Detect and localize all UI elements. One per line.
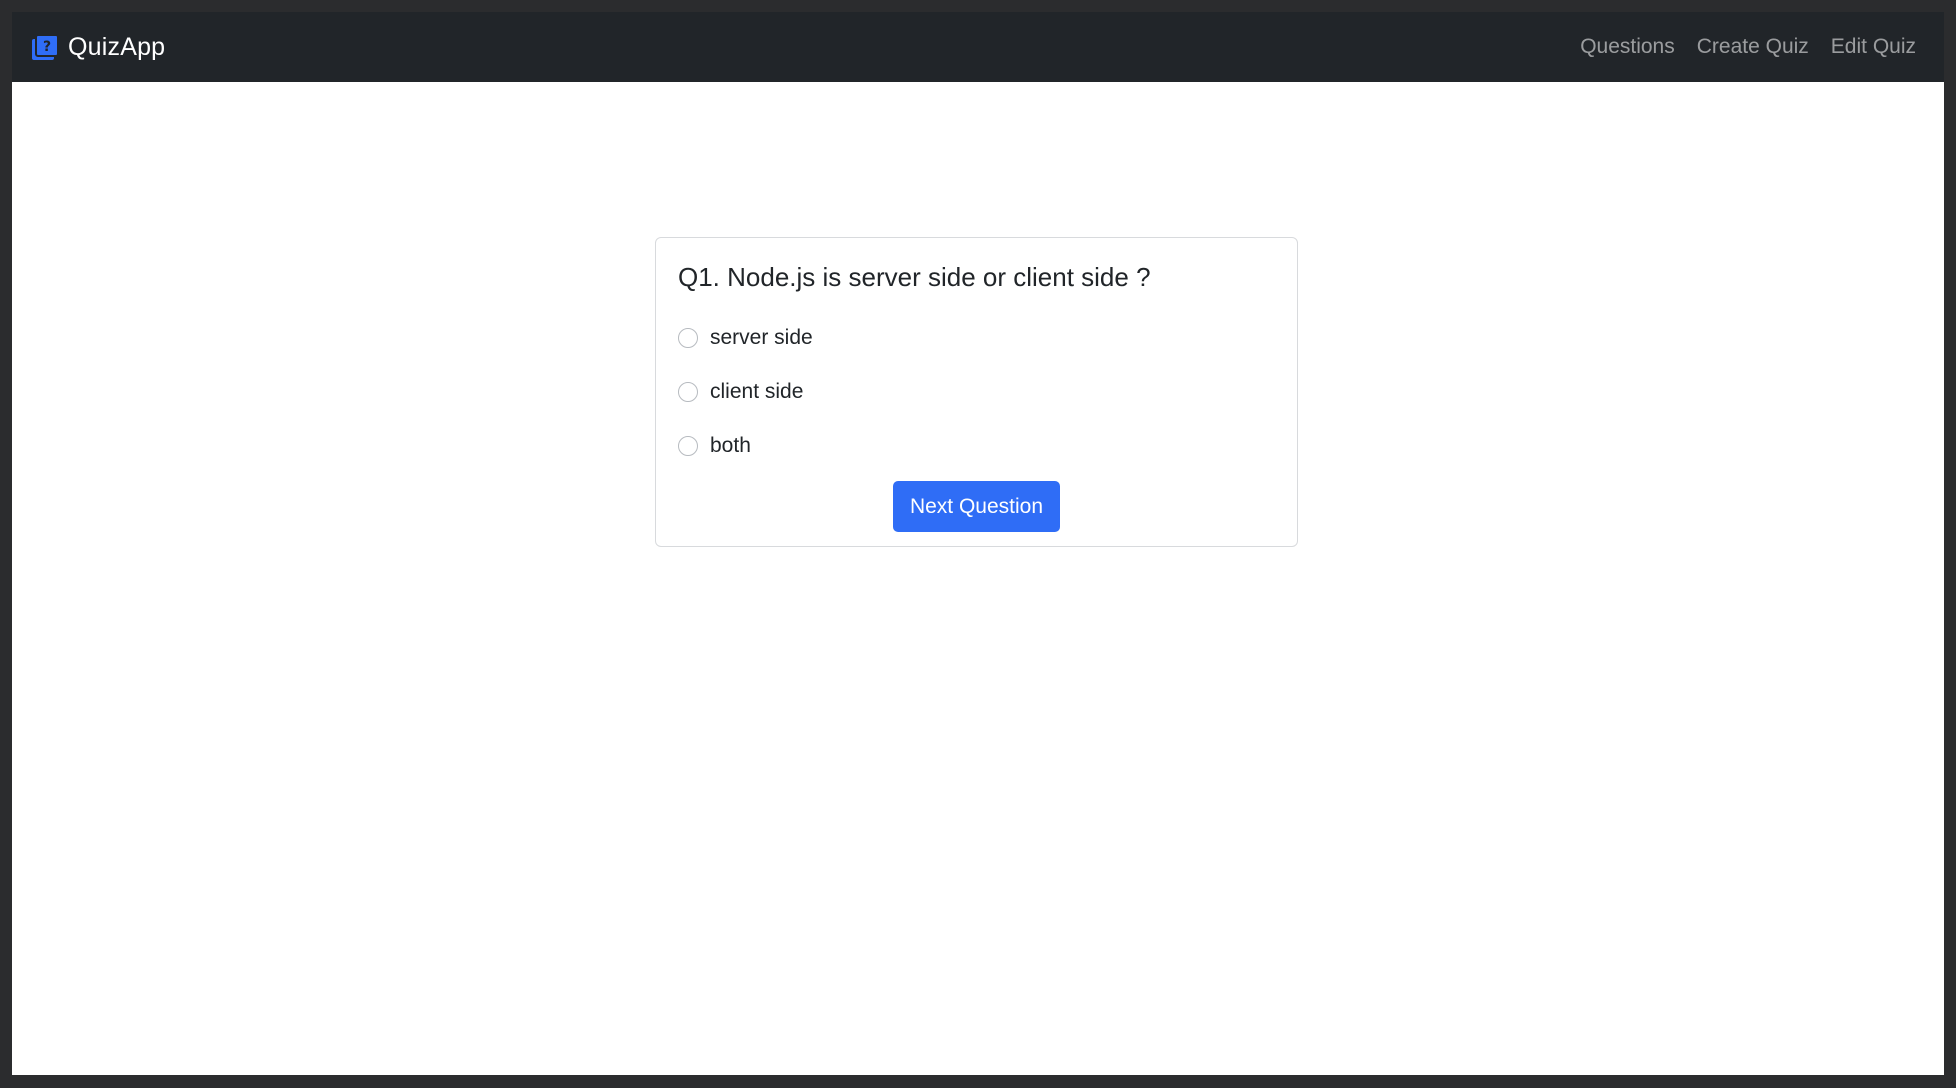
next-question-button[interactable]: Next Question bbox=[892, 481, 1061, 532]
option-server-side[interactable]: server side bbox=[678, 311, 1275, 365]
nav-links: Questions Create Quiz Edit Quiz bbox=[1580, 35, 1916, 59]
top-navbar: ? QuizApp Questions Create Quiz Edit Qui… bbox=[12, 12, 1944, 82]
option-client-side[interactable]: client side bbox=[678, 365, 1275, 419]
question-card: Q1. Node.js is server side or client sid… bbox=[655, 237, 1298, 547]
svg-text:?: ? bbox=[43, 39, 51, 55]
brand-link[interactable]: ? QuizApp bbox=[30, 32, 165, 62]
option-radio[interactable] bbox=[678, 328, 698, 348]
option-both[interactable]: both bbox=[678, 419, 1275, 473]
browser-window: ? QuizApp Questions Create Quiz Edit Qui… bbox=[12, 12, 1944, 1075]
question-title: Q1. Node.js is server side or client sid… bbox=[678, 262, 1151, 292]
brand-title: QuizApp bbox=[68, 32, 166, 61]
option-label: client side bbox=[710, 380, 804, 403]
option-label: both bbox=[710, 434, 751, 457]
nav-link-questions[interactable]: Questions bbox=[1580, 35, 1675, 59]
nav-link-create-quiz[interactable]: Create Quiz bbox=[1697, 35, 1809, 59]
nav-link-edit-quiz[interactable]: Edit Quiz bbox=[1831, 35, 1916, 59]
option-radio[interactable] bbox=[678, 436, 698, 456]
quiz-question-icon: ? bbox=[32, 34, 59, 60]
option-radio[interactable] bbox=[678, 382, 698, 402]
option-label: server side bbox=[710, 326, 813, 349]
button-row: Next Question bbox=[678, 481, 1275, 532]
